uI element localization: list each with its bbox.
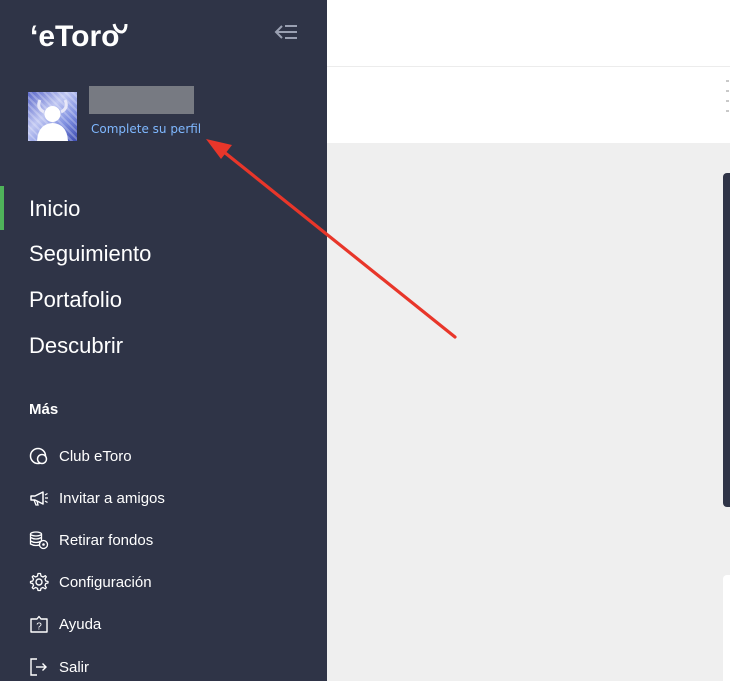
- etoro-logo[interactable]: ‘eToro: [30, 18, 128, 52]
- redacted-username: [89, 86, 194, 114]
- menu-item-label: Ayuda: [59, 615, 102, 633]
- active-indicator: [0, 186, 4, 230]
- menu-item-invitar-amigos[interactable]: Invitar a amigos: [29, 487, 165, 509]
- more-section-title: Más: [29, 401, 59, 418]
- svg-text:?: ?: [36, 622, 42, 633]
- menu-item-salir[interactable]: Salir: [29, 656, 89, 678]
- avatar[interactable]: [28, 92, 77, 141]
- main-content-area: [327, 143, 730, 681]
- cropped-edge-text: [726, 80, 730, 130]
- user-silhouette-icon: [37, 99, 68, 141]
- menu-item-label: Salir: [59, 658, 90, 676]
- header-panel: [327, 67, 730, 143]
- collapse-sidebar-icon[interactable]: [273, 22, 299, 42]
- menu-item-label: Invitar a amigos: [59, 489, 165, 507]
- top-bar: [327, 0, 730, 67]
- menu-item-label: Configuración: [59, 573, 152, 591]
- menu-item-club-etoro[interactable]: Club eToro: [29, 445, 132, 467]
- nav-item-descubrir[interactable]: Descubrir: [29, 333, 123, 359]
- coins-gear-icon: [29, 531, 49, 550]
- menu-item-ayuda[interactable]: ? Ayuda: [29, 613, 101, 635]
- cropped-dark-card: [723, 173, 730, 507]
- menu-item-label: Club eToro: [59, 447, 132, 465]
- menu-item-configuracion[interactable]: Configuración: [29, 571, 152, 593]
- help-icon: ?: [30, 615, 48, 633]
- complete-profile-link[interactable]: Complete su perfil: [91, 122, 201, 136]
- nav-item-inicio[interactable]: Inicio: [29, 196, 80, 222]
- menu-item-label: Retirar fondos: [59, 531, 154, 549]
- cropped-white-card: [723, 575, 730, 681]
- menu-item-retirar-fondos[interactable]: Retirar fondos: [29, 529, 153, 551]
- gear-icon: [29, 572, 49, 592]
- logout-icon: [30, 658, 47, 676]
- sidebar: ‘eToro Complete su perfil Inicio Seguimi…: [0, 0, 327, 681]
- nav-item-seguimiento[interactable]: Seguimiento: [29, 241, 151, 267]
- nav-item-portafolio[interactable]: Portafolio: [29, 287, 122, 313]
- club-icon: [29, 447, 48, 465]
- megaphone-icon: [30, 491, 48, 506]
- svg-text:‘eToro: ‘eToro: [30, 20, 119, 52]
